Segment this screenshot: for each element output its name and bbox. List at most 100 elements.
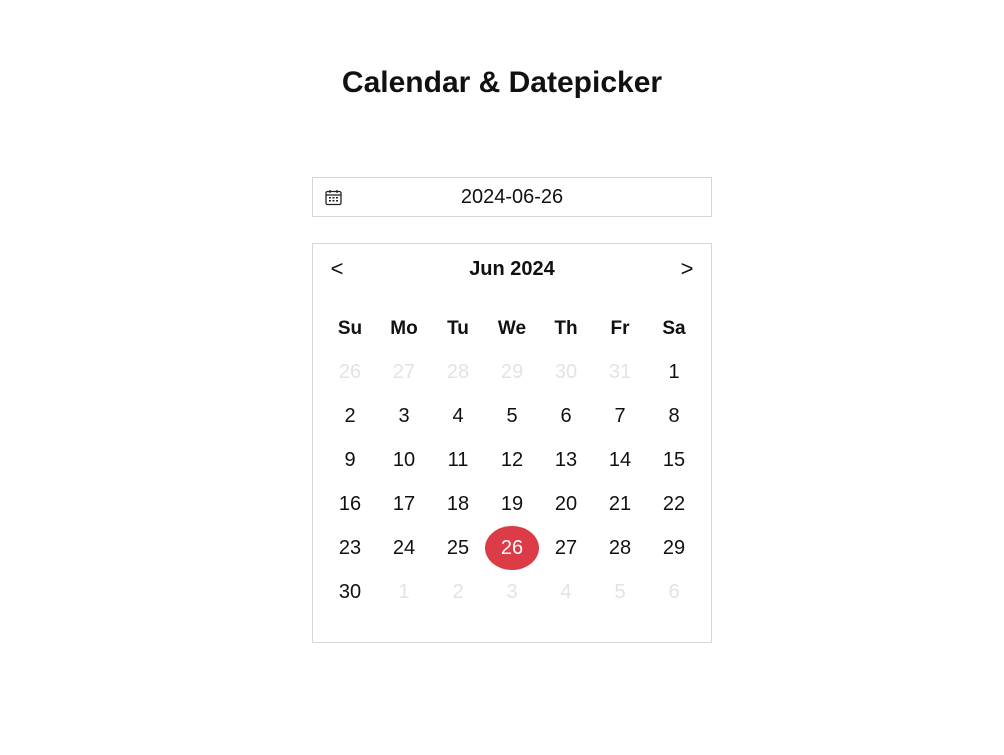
day-number: 31 [608,360,632,383]
day-number: 16 [338,492,362,515]
day-number: 29 [662,536,686,559]
day-number: 11 [447,448,469,471]
day-cell[interactable]: 29 [647,526,701,570]
day-number: 3 [398,404,410,427]
day-cell-outside-month[interactable]: 27 [377,350,431,394]
calendar-popup: < Jun 2024 > Su Mo Tu We Th Fr Sa 26 27 28… [312,243,712,643]
day-cell[interactable]: 18 [431,482,485,526]
day-cell-outside-month[interactable]: 31 [593,350,647,394]
page-title: Calendar & Datepicker [341,66,663,99]
day-cell[interactable]: 21 [593,482,647,526]
day-number: 6 [668,580,680,603]
weekday-header-row: Su Mo Tu We Th Fr Sa [323,316,701,342]
day-number: 5 [614,580,626,603]
weekday-label: Tu [447,318,469,339]
day-cell-outside-month[interactable]: 4 [539,570,593,614]
day-cell-outside-month[interactable]: 28 [431,350,485,394]
day-cell[interactable]: 4 [431,394,485,438]
date-input[interactable] [313,178,711,216]
day-cell-outside-month[interactable]: 30 [539,350,593,394]
weekday-label: Fr [610,318,630,339]
day-number: 2 [452,580,464,603]
day-number: 20 [554,492,578,515]
day-number: 28 [446,360,470,383]
weekday-label: Su [337,318,363,339]
day-cell[interactable]: 15 [647,438,701,482]
day-number: 8 [668,404,680,427]
day-cell[interactable]: 9 [323,438,377,482]
day-number: 9 [344,448,356,471]
day-cell[interactable]: 7 [593,394,647,438]
days-grid: 26 27 28 29 30 31 1 2 3 4 5 6 7 8 9 10 11 12 13 14 15 16 17 18 1… [323,350,701,614]
day-number: 22 [662,492,686,515]
day-cell-outside-month[interactable]: 29 [485,350,539,394]
day-cell[interactable]: 5 [485,394,539,438]
day-number: 15 [662,448,686,471]
weekday-label: We [497,318,527,339]
day-number: 5 [506,404,518,427]
day-cell[interactable]: 19 [485,482,539,526]
date-field[interactable] [312,177,712,217]
day-cell[interactable]: 11 [431,438,485,482]
day-number: 26 [485,526,539,570]
day-cell[interactable]: 22 [647,482,701,526]
day-cell[interactable]: 24 [377,526,431,570]
day-cell[interactable]: 6 [539,394,593,438]
next-month-button[interactable]: > [672,256,702,282]
day-number: 27 [392,360,416,383]
day-cell-outside-month[interactable]: 2 [431,570,485,614]
day-number: 30 [338,580,362,603]
day-number: 24 [392,536,416,559]
day-cell[interactable]: 20 [539,482,593,526]
day-cell[interactable]: 23 [323,526,377,570]
day-number: 26 [338,360,362,383]
day-cell-outside-month[interactable]: 6 [647,570,701,614]
day-cell-outside-month[interactable]: 5 [593,570,647,614]
day-number: 4 [560,580,572,603]
day-number: 17 [392,492,416,515]
day-cell-selected[interactable]: 26 [485,526,539,570]
weekday-label: Mo [390,318,418,339]
day-number: 4 [452,404,464,427]
day-number: 12 [500,448,524,471]
day-number: 7 [614,404,626,427]
day-number: 3 [506,580,518,603]
day-number: 1 [398,580,410,603]
day-number: 1 [668,360,680,383]
weekday-label: Sa [662,318,686,339]
day-number: 23 [338,536,362,559]
weekday-label: Th [554,318,578,339]
day-cell[interactable]: 28 [593,526,647,570]
day-number: 6 [560,404,572,427]
prev-month-button[interactable]: < [322,256,352,282]
day-cell-outside-month[interactable]: 1 [377,570,431,614]
day-number: 27 [554,536,578,559]
day-cell[interactable]: 12 [485,438,539,482]
day-number: 21 [608,492,632,515]
day-cell[interactable]: 16 [323,482,377,526]
day-cell[interactable]: 17 [377,482,431,526]
day-number: 28 [608,536,632,559]
day-cell[interactable]: 3 [377,394,431,438]
day-cell[interactable]: 13 [539,438,593,482]
day-cell-outside-month[interactable]: 26 [323,350,377,394]
day-number: 13 [554,448,578,471]
day-cell[interactable]: 14 [593,438,647,482]
day-number: 19 [500,492,524,515]
month-label: Jun 2024 [469,258,555,280]
day-number: 30 [554,360,578,383]
day-cell[interactable]: 10 [377,438,431,482]
day-cell[interactable]: 30 [323,570,377,614]
day-number: 2 [344,404,356,427]
calendar-header: < Jun 2024 > [313,256,711,282]
day-cell[interactable]: 27 [539,526,593,570]
day-cell[interactable]: 8 [647,394,701,438]
day-number: 18 [446,492,470,515]
day-number: 14 [608,448,632,471]
day-number: 10 [392,448,416,471]
day-cell-outside-month[interactable]: 3 [485,570,539,614]
day-number: 29 [500,360,524,383]
day-cell[interactable]: 2 [323,394,377,438]
day-cell[interactable]: 1 [647,350,701,394]
day-cell[interactable]: 25 [431,526,485,570]
